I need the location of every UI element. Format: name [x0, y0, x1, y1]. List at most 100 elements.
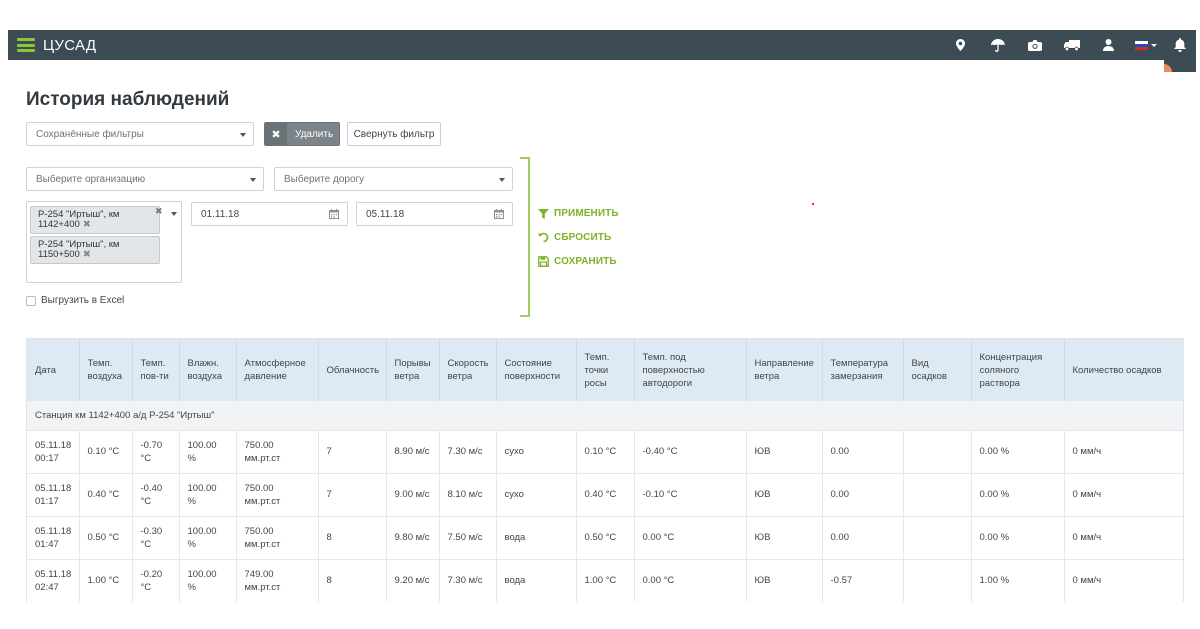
- apply-filter-button[interactable]: ПРИМЕНИТЬ: [538, 208, 619, 219]
- column-header[interactable]: Влажн. воздуха: [179, 339, 237, 401]
- table-cell: 0 мм/ч: [1064, 559, 1183, 602]
- table-cell: 1.00 °C: [576, 559, 635, 602]
- user-icon[interactable]: [1090, 30, 1127, 60]
- column-header[interactable]: Порывы ветра: [386, 339, 440, 401]
- notifications-button[interactable]: [1164, 30, 1196, 72]
- table-cell: [903, 473, 972, 517]
- column-header[interactable]: Атмосферное давление: [236, 339, 319, 401]
- checkbox-box[interactable]: [26, 295, 36, 306]
- date-to-input[interactable]: 05.11.18: [356, 202, 513, 226]
- table-cell: 0.10 °C: [576, 430, 635, 474]
- undo-icon: [538, 232, 549, 243]
- remove-tag-icon[interactable]: ✖: [83, 219, 91, 230]
- column-header[interactable]: Облачность: [318, 339, 387, 401]
- station-tag-label: Р-254 "Иртыш", км 1142+400: [38, 209, 120, 230]
- top-navbar: ЦУСАД: [8, 30, 1196, 72]
- table-cell: 749.00 мм.рт.ст: [236, 559, 319, 602]
- table-row[interactable]: 05.11.18 02:47 1.00 °C -0.20 °C 100.00 % 749…: [27, 559, 1183, 602]
- road-select[interactable]: Выберите дорогу: [274, 167, 513, 191]
- table-cell: 05.11.18 00:17: [27, 430, 80, 474]
- table-cell: 100.00 %: [179, 559, 237, 602]
- table-cell: 0.00 °C: [634, 559, 747, 602]
- table-cell: [903, 430, 972, 474]
- table-cell: 0.00: [822, 430, 904, 474]
- export-excel-checkbox[interactable]: Выгрузить в Excel: [26, 295, 124, 306]
- umbrella-icon[interactable]: [979, 30, 1016, 60]
- table-cell: 0.00 %: [971, 516, 1065, 560]
- page-title: История наблюдений: [26, 89, 230, 110]
- collapse-filter-button[interactable]: Свернуть фильтр: [347, 122, 441, 146]
- truck-icon[interactable]: [1053, 30, 1090, 60]
- calendar-icon[interactable]: [494, 209, 504, 219]
- table-row[interactable]: 05.11.18 01:47 0.50 °C -0.30 °C 100.00 % 750…: [27, 516, 1183, 560]
- table-cell: 0.40 °C: [576, 473, 635, 517]
- delete-filter-button[interactable]: ✖ Удалить: [264, 122, 340, 146]
- column-header[interactable]: Состояние поверхности: [496, 339, 577, 401]
- saved-filters-select[interactable]: Сохранённые фильтры: [26, 122, 254, 146]
- map-marker-icon[interactable]: [942, 30, 979, 60]
- date-to-value: 05.11.18: [366, 208, 405, 220]
- chevron-down-icon: [499, 178, 505, 182]
- column-header[interactable]: Темп. пов-ти: [132, 339, 180, 401]
- save-filter-label: СОХРАНИТЬ: [554, 256, 617, 267]
- table-cell: 0.00 %: [971, 430, 1065, 474]
- table-header-row: Дата Темп. воздуха Темп. пов-ти Влажн. в…: [27, 339, 1183, 401]
- table-cell: -0.40 °C: [132, 473, 180, 517]
- table-cell: -0.20 °C: [132, 559, 180, 602]
- table-cell: вода: [496, 516, 577, 560]
- table-cell: сухо: [496, 430, 577, 474]
- app-title[interactable]: ЦУСАД: [43, 37, 96, 54]
- table-cell: 9.00 м/с: [386, 473, 440, 517]
- language-selector[interactable]: [1127, 30, 1164, 60]
- column-header[interactable]: Темп. точки росы: [576, 339, 635, 401]
- column-header[interactable]: Скорость ветра: [439, 339, 497, 401]
- remove-tag-icon[interactable]: ✖: [83, 249, 91, 260]
- table-cell: -0.40 °C: [634, 430, 747, 474]
- column-header[interactable]: Количество осадков: [1064, 339, 1183, 401]
- table-cell: 7: [318, 473, 387, 517]
- table-cell: 0 мм/ч: [1064, 473, 1183, 517]
- calendar-icon[interactable]: [329, 209, 339, 219]
- column-header[interactable]: Темп. воздуха: [79, 339, 133, 401]
- observations-table-container[interactable]: Дата Темп. воздуха Темп. пов-ти Влажн. в…: [26, 338, 1184, 602]
- hamburger-menu-icon[interactable]: [17, 38, 35, 52]
- column-header[interactable]: Температура замерзания: [822, 339, 904, 401]
- table-cell: 7.50 м/с: [439, 516, 497, 560]
- filter-actions-bracket: [520, 157, 530, 317]
- clear-all-icon[interactable]: ✖: [155, 206, 163, 217]
- station-tag-label: Р-254 "Иртыш", км 1150+500: [38, 239, 120, 260]
- organization-select[interactable]: Выберите организацию: [26, 167, 264, 191]
- table-cell: сухо: [496, 473, 577, 517]
- column-header[interactable]: Концентрация соляного раствора: [971, 339, 1065, 401]
- table-cell: -0.10 °C: [634, 473, 747, 517]
- stray-dot: [812, 203, 814, 205]
- table-cell: 100.00 %: [179, 430, 237, 474]
- floppy-disk-icon: [538, 256, 549, 267]
- table-cell: 0.40 °C: [79, 473, 133, 517]
- russian-flag-icon: [1134, 40, 1148, 50]
- date-from-value: 01.11.18: [201, 208, 240, 220]
- table-cell: -0.57: [822, 559, 904, 602]
- table-row[interactable]: 05.11.18 00:17 0.10 °C -0.70 °C 100.00 % 750…: [27, 430, 1183, 474]
- table-cell: 0.00: [822, 516, 904, 560]
- column-header[interactable]: Вид осадков: [903, 339, 972, 401]
- chevron-down-icon: [250, 178, 256, 182]
- column-header[interactable]: Темп. под поверхностью автодороги: [634, 339, 747, 401]
- delete-filter-label: Удалить: [295, 128, 334, 140]
- table-cell: [903, 516, 972, 560]
- camera-icon[interactable]: [1016, 30, 1053, 60]
- save-filter-button[interactable]: СОХРАНИТЬ: [538, 256, 617, 267]
- table-cell: 0.10 °C: [79, 430, 133, 474]
- column-header[interactable]: Дата: [27, 339, 80, 401]
- filter-icon: [538, 208, 549, 219]
- table-cell: 0.50 °C: [79, 516, 133, 560]
- table-row[interactable]: 05.11.18 01:17 0.40 °C -0.40 °C 100.00 % 750…: [27, 473, 1183, 517]
- column-header[interactable]: Направление ветра: [746, 339, 823, 401]
- reset-filter-button[interactable]: СБРОСИТЬ: [538, 232, 611, 243]
- stations-multiselect[interactable]: Р-254 "Иртыш", км 1142+400 ✖ Р-254 "Иртыш…: [26, 201, 182, 283]
- chevron-down-icon: [171, 212, 177, 216]
- table-cell: 1.00 °C: [79, 559, 133, 602]
- date-from-input[interactable]: 01.11.18: [191, 202, 348, 226]
- station-tag: Р-254 "Иртыш", км 1150+500 ✖: [30, 236, 160, 264]
- table-cell: 9.80 м/с: [386, 516, 440, 560]
